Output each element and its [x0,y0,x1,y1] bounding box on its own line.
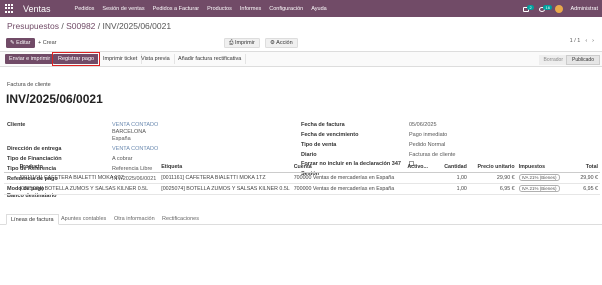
cell-taxes[interactable]: IVA 21% (Bienes) [516,172,569,184]
delivery-address-label: Dirección de entrega [7,146,62,152]
customer-country: España [112,136,131,142]
avatar[interactable] [555,4,564,13]
header-label[interactable]: Etiqueta [159,162,292,173]
messages-count: 2 [527,4,534,10]
tab-other-info[interactable]: Otra información [110,214,159,225]
header-asset[interactable]: Activo... [405,162,436,173]
breadcrumb: Presupuestos / S00982 / INV/2025/06/0021 [7,21,171,31]
cell-product[interactable]: [0025074] BOTELLA ZUMOS Y SALSAS KILNER … [17,183,160,195]
header-quantity[interactable]: Cantidad [435,162,469,173]
cell-quantity[interactable]: 1,00 [435,172,469,184]
sale-type-value[interactable]: Pedido Normal [409,142,445,148]
menu-pedidos[interactable]: Pedidos [75,6,95,12]
sale-type-label: Tipo de venta [301,142,337,148]
tax-badge: IVA 21% (Bienes) [518,174,560,181]
chevron-left-icon[interactable]: ‹ [585,38,587,44]
send-print-button[interactable]: Enviar e imprimir [5,54,55,64]
cell-label[interactable]: [0025074] BOTELLA ZUMOS Y SALSAS KILNER … [159,183,292,195]
due-date-label: Fecha de vencimiento [301,132,359,138]
user-name[interactable]: Administrat [570,6,598,12]
document-type: Factura de cliente [7,82,51,88]
status-posted[interactable]: Publicado [566,55,600,65]
page-title: INV/2025/06/0021 [6,92,103,106]
invoice-date-value[interactable]: 05/06/2025 [409,122,437,128]
tax-badge: IVA 21% (Bienes) [518,185,560,192]
pager: 1 / 1 ‹ › [570,38,594,44]
cell-total: 6,95 € [568,183,600,195]
cell-unit-price[interactable]: 6,95 € [468,183,517,195]
menu-pedidos-facturar[interactable]: Pedidos a Facturar [153,6,199,12]
cell-taxes[interactable]: IVA 21% (Bienes) [516,183,569,195]
top-navbar: Ventas Pedidos Sesión de ventas Pedidos … [0,0,602,17]
customer-city: BARCELONA [112,129,146,135]
register-payment-button[interactable]: Registrar pago [51,52,101,66]
pager-value[interactable]: 1 / 1 [570,38,581,44]
invoice-date-label: Fecha de factura [301,122,345,128]
app-name[interactable]: Ventas [23,4,51,14]
cell-asset[interactable] [405,183,436,195]
header-spacer [4,162,18,173]
breadcrumb-order[interactable]: S00982 [66,21,95,31]
tab-invoice-lines[interactable]: Líneas de factura [6,214,59,225]
tab-rectifications[interactable]: Rectificaciones [158,214,203,225]
print-ticket-button[interactable]: Imprimir ticket [99,54,143,64]
menu-sesion-ventas[interactable]: Sesión de ventas [102,6,144,12]
action-bar: Enviar e imprimir Registrar pago Imprimi… [0,51,602,67]
row-spacer [4,172,18,184]
journal-value[interactable]: Facturas de cliente [409,152,455,158]
activities-count: 16 [543,4,552,10]
create-button[interactable]: + Crear [34,38,61,48]
delivery-address-value[interactable]: VENTA CONTADO [112,146,158,152]
journal-label: Diario [301,152,317,158]
table-header-row: Producto Etiqueta Cuenta Activo... Canti… [4,162,600,173]
cell-account[interactable]: 700000 Ventas de mercaderías en España [291,183,406,195]
invoice-lines-table: Producto Etiqueta Cuenta Activo... Canti… [4,162,600,195]
cell-quantity[interactable]: 1,00 [435,183,469,195]
header-account[interactable]: Cuenta [291,162,406,173]
customer-name[interactable]: VENTA CONTADO [112,122,158,128]
cell-unit-price[interactable]: 29,90 € [468,172,517,184]
tab-journal-items[interactable]: Apuntes contables [57,214,110,225]
menu-productos[interactable]: Productos [207,6,232,12]
add-rectifying-invoice-button[interactable]: Añadir factura rectificativa [174,54,247,64]
print-menu-button[interactable]: ⎙ Imprimir [224,38,260,48]
row-spacer [4,183,18,195]
cell-total: 29,90 € [568,172,600,184]
status-draft[interactable]: Borrador [538,55,568,65]
breadcrumb-presupuestos[interactable]: Presupuestos [7,21,59,31]
edit-button[interactable]: ✎ Editar [6,38,35,48]
cell-asset[interactable] [405,172,436,184]
header-taxes[interactable]: Impuestos [516,162,569,173]
cell-label[interactable]: [0011161] CAFETERA BIALETTI MOKA 1TZ [159,172,292,184]
cell-product[interactable]: [0011161] CAFETERA BIALETTI MOKA 1TZ [17,172,160,184]
chevron-right-icon[interactable]: › [592,38,594,44]
cell-account[interactable]: 700000 Ventas de mercaderías en España [291,172,406,184]
messages-button[interactable]: 2 [523,4,534,13]
apps-menu-icon[interactable] [5,4,14,13]
table-row[interactable]: [0025074] BOTELLA ZUMOS Y SALSAS KILNER … [4,183,600,195]
menu-ayuda[interactable]: Ayuda [311,6,327,12]
preview-button[interactable]: Vista previa [137,54,175,64]
menu-informes[interactable]: Informes [240,6,261,12]
due-date-value[interactable]: Pago inmediato [409,132,447,138]
table-row[interactable]: [0011161] CAFETERA BIALETTI MOKA 1TZ [00… [4,172,600,184]
header-total[interactable]: Total [568,162,600,173]
notebook-tabs: Líneas de factura Apuntes contables Otra… [0,213,602,225]
menu-configuracion[interactable]: Configuración [269,6,303,12]
header-unit-price[interactable]: Precio unitario [468,162,517,173]
breadcrumb-current: INV/2025/06/0021 [102,21,172,31]
activities-button[interactable]: 16 [539,4,552,13]
action-menu-button[interactable]: ⚙ Acción [265,38,298,48]
customer-label: Cliente [7,122,26,128]
header-product[interactable]: Producto [17,162,160,173]
